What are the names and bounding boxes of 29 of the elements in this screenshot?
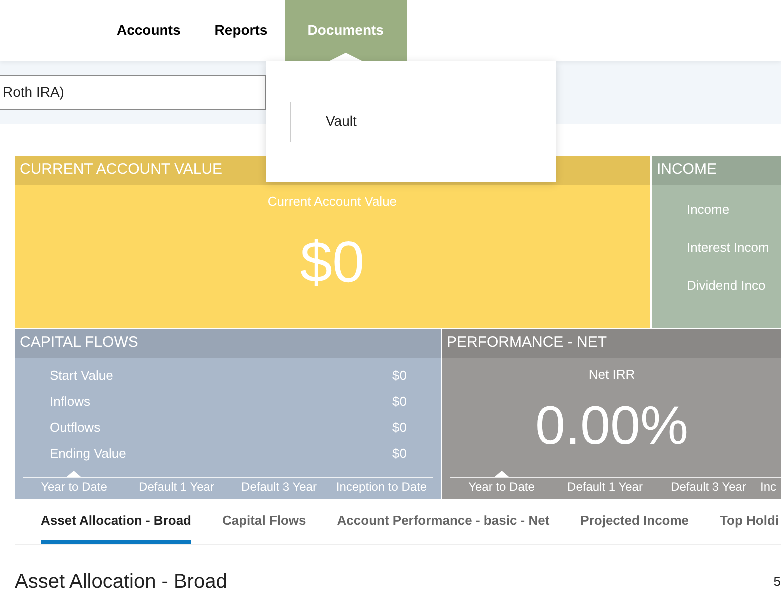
flow-value: $0 [392, 393, 407, 411]
section-value: 5 [774, 573, 781, 592]
report-tab[interactable]: Account Performance - basic - Net [337, 499, 550, 544]
tile-header: PERFORMANCE - NET [442, 329, 781, 358]
tile-header: CAPITAL FLOWS [15, 329, 441, 358]
flow-value: $0 [392, 419, 407, 437]
report-tab[interactable]: Projected Income [580, 499, 690, 544]
income-label: Interest Incom [686, 239, 770, 257]
report-tab[interactable]: Capital Flows [222, 499, 306, 544]
report-tab[interactable]: Asset Allocation - Broad [41, 499, 192, 544]
flow-value: $0 [392, 367, 407, 385]
flow-value: $0 [392, 445, 407, 463]
account-field[interactable]: Roth IRA) [0, 75, 266, 110]
menu-item[interactable]: Vault [326, 111, 357, 132]
flow-label: Start Value [50, 367, 114, 385]
value-label: Current Account Value [268, 193, 398, 211]
flow-label: Ending Value [50, 445, 126, 463]
income-label: Dividend Inco [686, 277, 767, 295]
flow-label: Outflows [50, 419, 101, 437]
section-title: Asset Allocation - Broad [15, 570, 228, 595]
income-label: Income [686, 201, 731, 219]
value-amount: $0 [300, 234, 365, 292]
tile-header: INCOME [652, 156, 781, 185]
irr-label: Net IRR [588, 366, 636, 384]
nav-tab[interactable]: Accounts [100, 0, 198, 61]
nav-tab[interactable]: Reports [198, 0, 285, 61]
irr-value: 0.00% [535, 398, 689, 452]
flow-label: Inflows [50, 393, 90, 411]
report-tab[interactable]: Top Holdi [720, 499, 780, 544]
